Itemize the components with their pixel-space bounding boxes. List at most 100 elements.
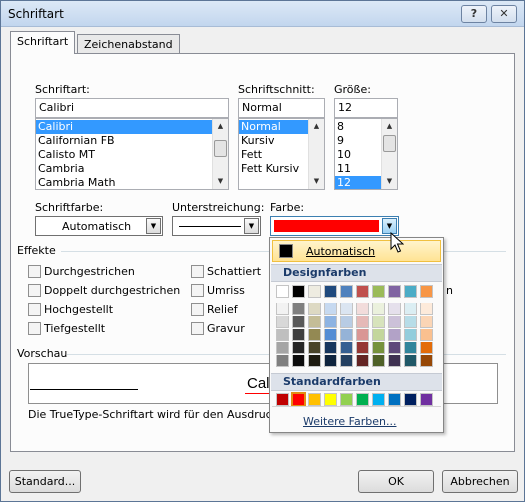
color-swatch[interactable] [388, 303, 401, 315]
color-swatch[interactable] [356, 329, 369, 341]
color-swatch[interactable] [276, 355, 289, 367]
size-input[interactable]: 12 [334, 98, 398, 118]
font-input[interactable]: Calibri [35, 98, 229, 118]
scroll-thumb[interactable] [214, 140, 227, 157]
color-swatch[interactable] [308, 303, 321, 315]
color-swatch[interactable] [372, 303, 385, 315]
color-swatch[interactable] [420, 329, 433, 341]
color-swatch[interactable] [324, 342, 337, 354]
underline-color-select[interactable]: ▼ [270, 216, 399, 236]
color-swatch[interactable] [388, 285, 401, 298]
color-swatch[interactable] [372, 393, 385, 406]
underline-select[interactable]: ▼ [172, 216, 261, 236]
color-swatch[interactable] [372, 316, 385, 328]
color-swatch[interactable] [340, 393, 353, 406]
color-swatch[interactable] [292, 329, 305, 341]
color-swatch[interactable] [420, 303, 433, 315]
scroll-up-icon[interactable]: ▲ [382, 119, 397, 134]
effect-checkbox[interactable] [28, 284, 41, 297]
color-swatch[interactable] [404, 355, 417, 367]
color-swatch[interactable] [404, 342, 417, 354]
list-item[interactable]: Calisto MT [36, 148, 228, 162]
color-swatch[interactable] [292, 355, 305, 367]
color-swatch[interactable] [356, 393, 369, 406]
list-item[interactable]: Cambria [36, 162, 228, 176]
size-list-scrollbar[interactable]: ▲ ▼ [381, 119, 397, 189]
automatic-color-option[interactable]: Automatisch [272, 240, 441, 262]
chevron-down-icon[interactable]: ▼ [146, 218, 161, 234]
color-swatch[interactable] [388, 355, 401, 367]
tab-zeichenabstand[interactable]: Zeichenabstand [77, 34, 180, 54]
color-swatch[interactable] [356, 285, 369, 298]
scroll-down-icon[interactable]: ▼ [382, 174, 397, 189]
color-swatch[interactable] [308, 393, 321, 406]
color-swatch[interactable] [324, 285, 337, 298]
list-item[interactable]: Calibri [36, 120, 228, 134]
color-swatch[interactable] [308, 355, 321, 367]
font-list-scrollbar[interactable]: ▲ ▼ [212, 119, 228, 189]
color-swatch[interactable] [292, 285, 305, 298]
effect-checkbox[interactable] [28, 303, 41, 316]
color-swatch[interactable] [292, 303, 305, 315]
color-swatch[interactable] [356, 355, 369, 367]
color-swatch[interactable] [324, 355, 337, 367]
scroll-down-icon[interactable]: ▼ [213, 174, 228, 189]
style-input[interactable]: Normal [238, 98, 325, 118]
help-button[interactable]: ? [461, 5, 487, 23]
size-list[interactable]: 8 9 10 11 12 ▲ ▼ [334, 118, 398, 190]
color-swatch[interactable] [276, 316, 289, 328]
color-swatch[interactable] [372, 285, 385, 298]
color-swatch[interactable] [420, 355, 433, 367]
color-swatch[interactable] [292, 342, 305, 354]
color-swatch[interactable] [308, 285, 321, 298]
effect-checkbox[interactable] [191, 322, 204, 335]
color-swatch[interactable] [420, 342, 433, 354]
scroll-up-icon[interactable]: ▲ [309, 119, 324, 134]
scroll-down-icon[interactable]: ▼ [309, 174, 324, 189]
color-swatch[interactable] [388, 316, 401, 328]
color-swatch[interactable] [324, 329, 337, 341]
effect-checkbox[interactable] [191, 265, 204, 278]
color-swatch[interactable] [276, 285, 289, 298]
color-swatch[interactable] [420, 393, 433, 406]
color-swatch[interactable] [404, 316, 417, 328]
color-swatch[interactable] [372, 329, 385, 341]
color-swatch[interactable] [308, 329, 321, 341]
font-color-select[interactable]: Automatisch ▼ [35, 216, 163, 236]
color-swatch[interactable] [356, 342, 369, 354]
color-swatch[interactable] [356, 303, 369, 315]
color-swatch[interactable] [388, 393, 401, 406]
chevron-down-icon[interactable]: ▼ [244, 218, 259, 234]
color-swatch[interactable] [276, 303, 289, 315]
cancel-button[interactable]: Abbrechen [442, 470, 518, 493]
scroll-up-icon[interactable]: ▲ [213, 119, 228, 134]
list-item[interactable]: Cambria Math [36, 176, 228, 189]
list-item[interactable]: Californian FB [36, 134, 228, 148]
color-swatch[interactable] [276, 342, 289, 354]
color-swatch[interactable] [340, 355, 353, 367]
color-swatch[interactable] [324, 303, 337, 315]
color-swatch[interactable] [276, 393, 289, 406]
more-colors-link[interactable]: Weitere Farben... [303, 415, 396, 428]
color-swatch[interactable] [291, 392, 306, 407]
style-list[interactable]: Normal Kursiv Fett Fett Kursiv ▲ ▼ [238, 118, 325, 190]
effect-checkbox[interactable] [28, 322, 41, 335]
effect-checkbox[interactable] [28, 265, 41, 278]
tab-schriftart[interactable]: Schriftart [10, 31, 76, 54]
color-swatch[interactable] [324, 316, 337, 328]
color-swatch[interactable] [372, 342, 385, 354]
color-swatch[interactable] [276, 329, 289, 341]
color-swatch[interactable] [292, 316, 305, 328]
close-button[interactable]: ✕ [491, 5, 517, 23]
color-swatch[interactable] [420, 316, 433, 328]
ok-button[interactable]: OK [358, 470, 434, 493]
color-swatch[interactable] [388, 329, 401, 341]
color-swatch[interactable] [420, 285, 433, 298]
color-swatch[interactable] [308, 316, 321, 328]
effect-checkbox[interactable] [191, 284, 204, 297]
style-list-scrollbar[interactable]: ▲ ▼ [308, 119, 324, 189]
color-swatch[interactable] [340, 342, 353, 354]
color-swatch[interactable] [404, 393, 417, 406]
color-swatch[interactable] [404, 285, 417, 298]
standard-button[interactable]: Standard... [9, 470, 81, 493]
